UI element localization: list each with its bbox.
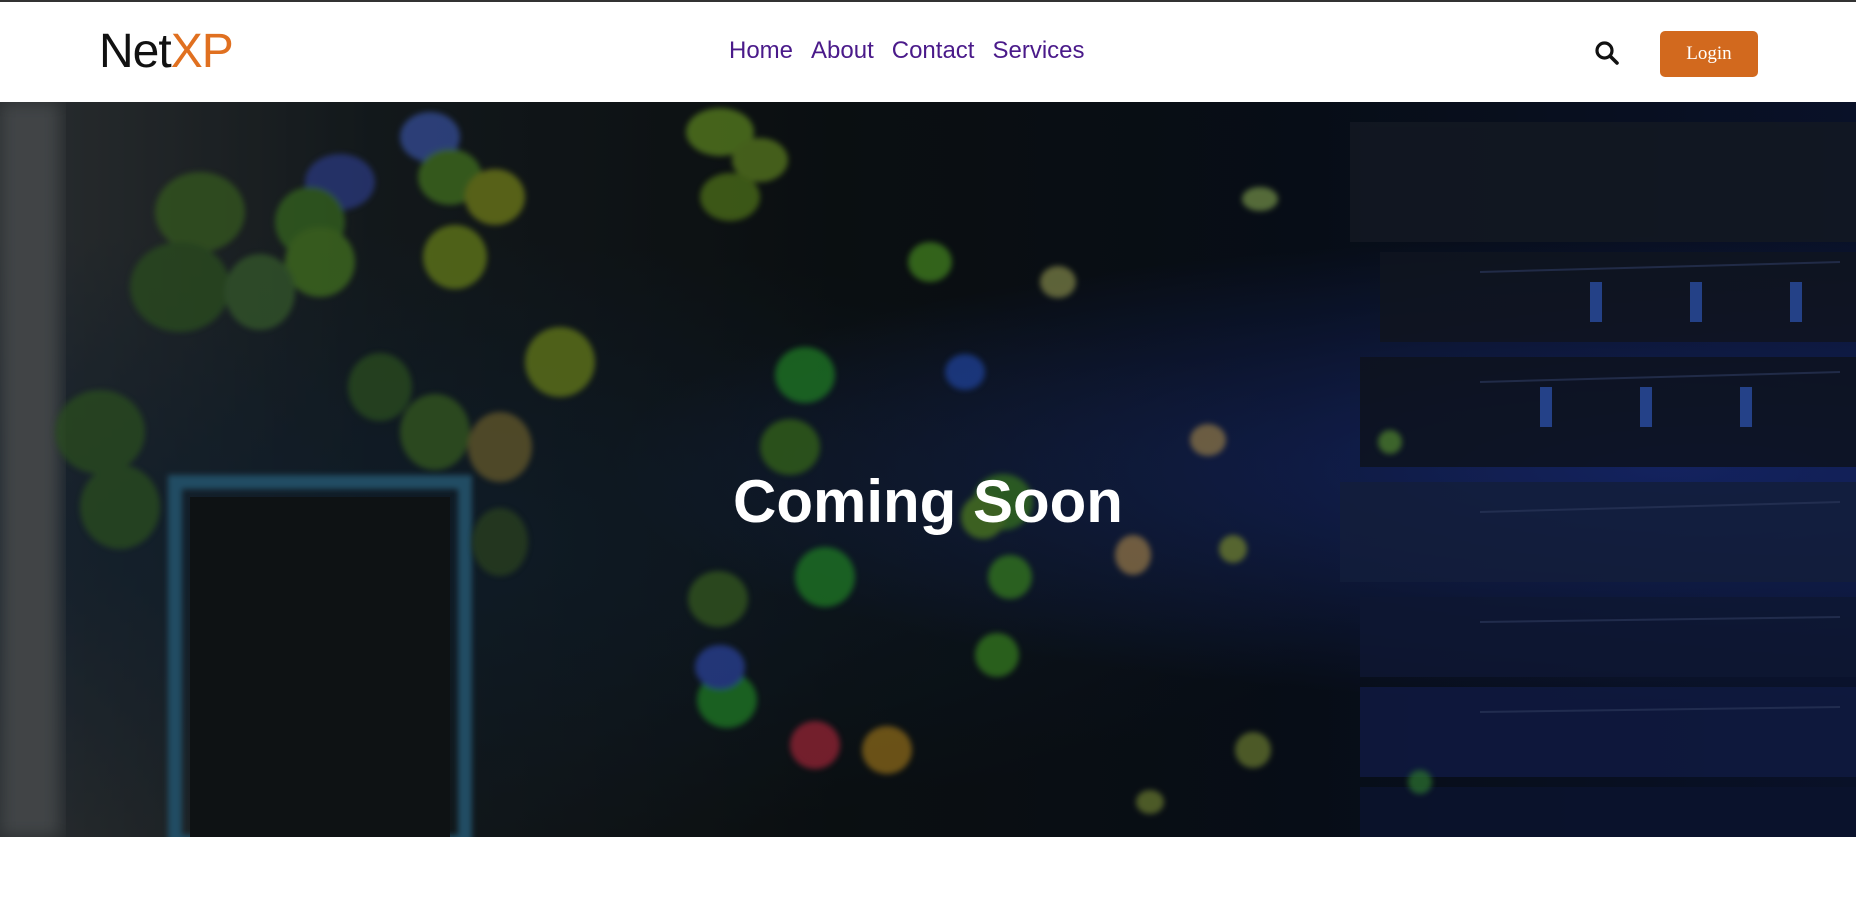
main-nav: Home About Contact Services — [729, 36, 1085, 66]
hero-banner: Coming Soon — [0, 102, 1856, 837]
navbar: NetXP Home About Contact Services Login — [0, 2, 1856, 102]
search-icon — [1595, 41, 1619, 65]
nav-link-services[interactable]: Services — [992, 36, 1084, 66]
search-button[interactable] — [1593, 39, 1621, 67]
hero-title: Coming Soon — [733, 468, 1123, 536]
nav-link-about[interactable]: About — [811, 36, 874, 66]
nav-link-home[interactable]: Home — [729, 36, 793, 66]
nav-link-contact[interactable]: Contact — [892, 36, 975, 66]
logo-text-xp: XP — [170, 25, 234, 78]
login-button[interactable]: Login — [1660, 31, 1758, 77]
logo-text-net: Net — [99, 25, 172, 78]
logo[interactable]: NetXP — [99, 24, 234, 80]
